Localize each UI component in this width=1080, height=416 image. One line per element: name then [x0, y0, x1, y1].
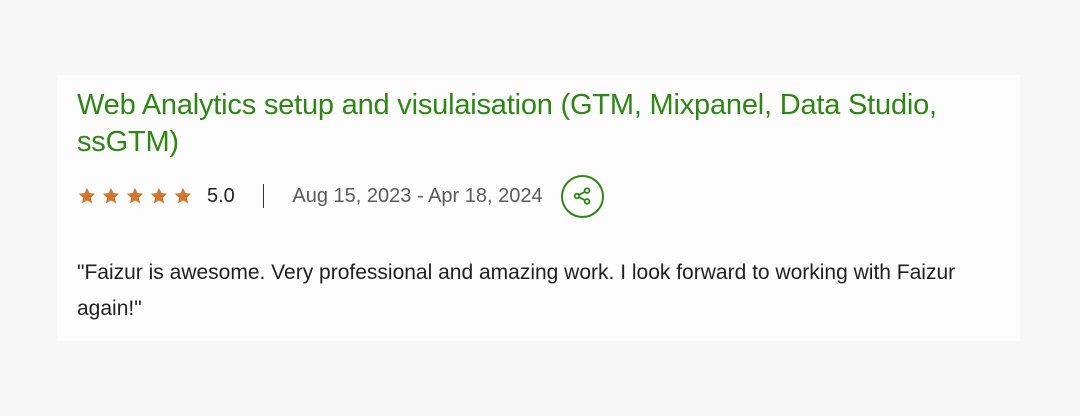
- star-icon: [125, 186, 145, 206]
- date-range: Aug 15, 2023 - Apr 18, 2024: [292, 184, 543, 207]
- review-meta: 5.0 Aug 15, 2023 - Apr 18, 2024: [77, 173, 604, 219]
- share-icon: [572, 186, 592, 206]
- star-icon: [101, 186, 121, 206]
- project-title[interactable]: Web Analytics setup and visulaisation (G…: [77, 87, 997, 161]
- star-icon: [149, 186, 169, 206]
- star-rating: [77, 186, 193, 206]
- divider: [262, 184, 265, 208]
- rating-value: 5.0: [207, 184, 235, 207]
- star-icon: [173, 186, 193, 206]
- review-card: Web Analytics setup and visulaisation (G…: [57, 75, 1020, 341]
- star-icon: [77, 186, 97, 206]
- review-quote: "Faizur is awesome. Very professional an…: [77, 261, 956, 320]
- share-button[interactable]: [560, 174, 604, 218]
